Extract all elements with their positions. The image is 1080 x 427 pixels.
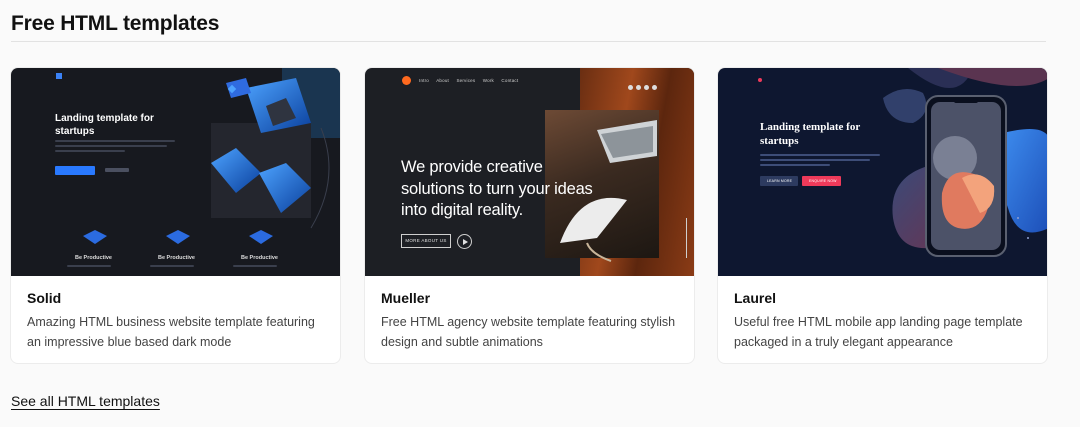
solid-primary-button xyxy=(55,166,95,175)
mueller-more-button: MORE ABOUT US xyxy=(401,234,451,248)
mueller-logo xyxy=(402,76,411,85)
template-name[interactable]: Solid xyxy=(27,290,61,306)
social-icon xyxy=(644,85,649,90)
solid-feature-text xyxy=(233,265,277,267)
mueller-headline: We provide creative solutions to turn yo… xyxy=(401,158,593,219)
solid-hero-title: Landing template for startups xyxy=(55,113,154,137)
section-divider xyxy=(11,41,1046,42)
mueller-nav: Intro About Services Work Contact xyxy=(419,78,524,83)
template-description: Free HTML agency website template featur… xyxy=(381,315,676,349)
solid-feature-label: Be Productive xyxy=(241,255,278,261)
mueller-nav-item: Services xyxy=(456,78,476,83)
laurel-hero-title: Landing template for startups xyxy=(760,121,861,147)
social-icon xyxy=(628,85,633,90)
mueller-social-icons xyxy=(628,77,660,95)
see-all-templates-link[interactable]: See all HTML templates xyxy=(11,393,160,409)
template-name[interactable]: Mueller xyxy=(381,290,430,306)
mueller-nav-item: Intro xyxy=(419,78,430,83)
laurel-preview-artwork xyxy=(758,68,1047,257)
feature-icons xyxy=(83,230,273,244)
laurel-hero-text xyxy=(760,154,885,169)
solid-feature-text xyxy=(150,265,194,267)
solid-feature-label: Be Productive xyxy=(75,255,112,261)
solid-feature-text xyxy=(67,265,111,267)
template-preview-mueller[interactable]: Intro About Services Work Contact We pro… xyxy=(365,68,694,276)
template-preview-solid[interactable]: Landing template for startups Be Product… xyxy=(11,68,340,276)
social-icon xyxy=(652,85,657,90)
mueller-nav-item: About xyxy=(436,78,449,83)
play-icon xyxy=(457,234,472,249)
social-icon xyxy=(636,85,641,90)
laurel-enquire-label: ENQUIRE NOW xyxy=(809,179,837,183)
mueller-nav-item: Contact xyxy=(501,78,519,83)
template-preview-laurel[interactable]: Landing template for startups LEARN MORE… xyxy=(718,68,1047,276)
solid-feature-label: Be Productive xyxy=(158,255,195,261)
template-description: Useful free HTML mobile app landing page… xyxy=(734,315,1023,349)
laurel-learn-more-label: LEARN MORE xyxy=(767,179,793,183)
solid-hero-text xyxy=(55,140,185,158)
template-description: Amazing HTML business website template f… xyxy=(27,315,315,349)
mueller-nav-item: Work xyxy=(482,78,494,83)
template-card-mueller[interactable]: Intro About Services Work Contact We pro… xyxy=(364,67,695,364)
template-card-solid[interactable]: Landing template for startups Be Product… xyxy=(10,67,341,364)
template-card-laurel[interactable]: Landing template for startups LEARN MORE… xyxy=(717,67,1048,364)
template-name[interactable]: Laurel xyxy=(734,290,776,306)
solid-secondary-button xyxy=(105,168,129,172)
section-title: Free HTML templates xyxy=(11,12,220,35)
